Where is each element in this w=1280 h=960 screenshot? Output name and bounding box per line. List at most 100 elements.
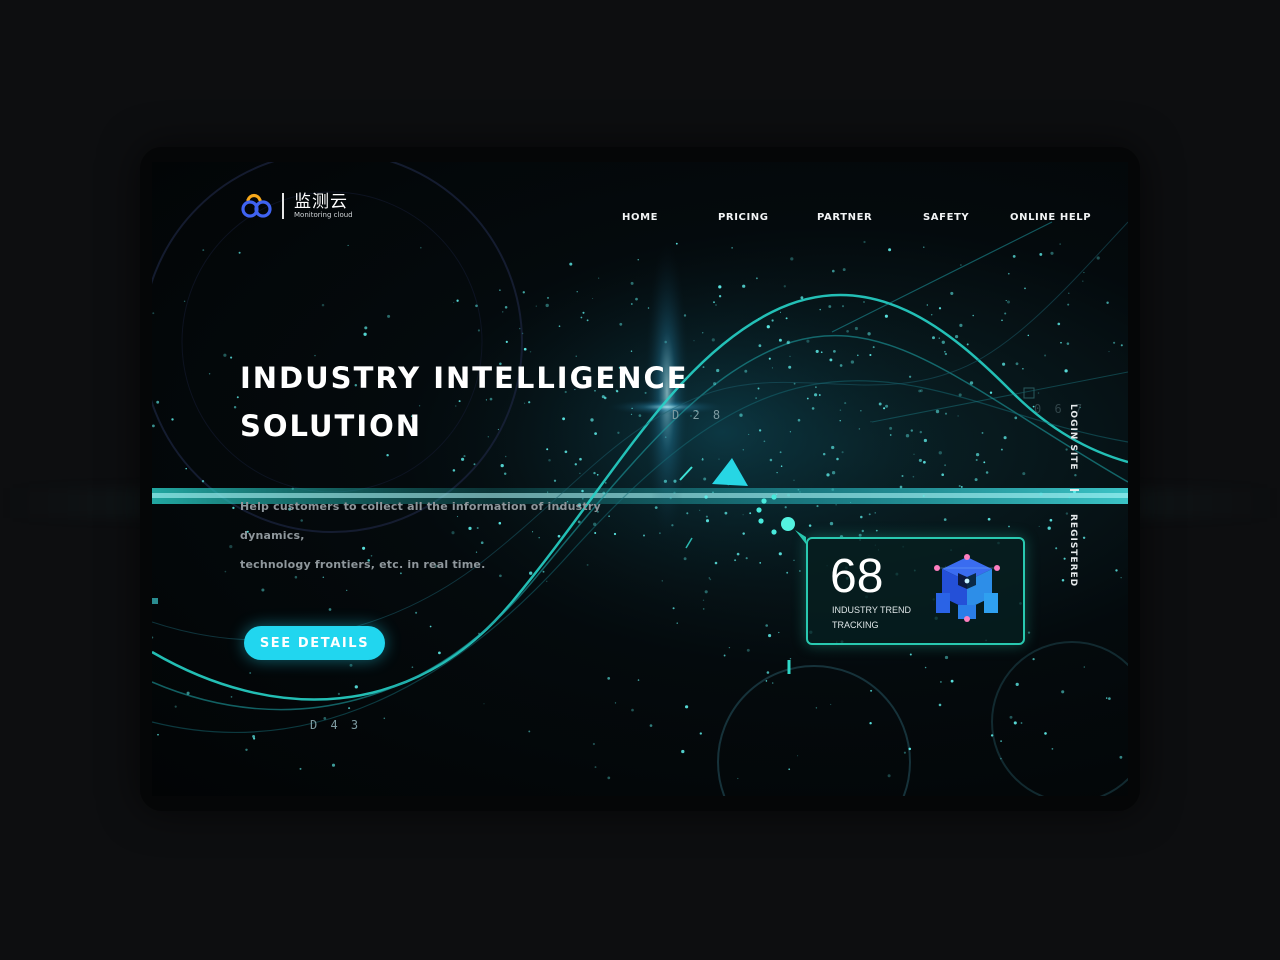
particle xyxy=(1015,682,1019,687)
particle xyxy=(766,671,770,674)
stat-label-line-2: TRACKING xyxy=(832,620,879,630)
particle xyxy=(1083,271,1085,274)
particle xyxy=(586,319,589,322)
particle xyxy=(156,400,160,404)
particle xyxy=(820,351,823,354)
particle xyxy=(683,557,687,561)
particle xyxy=(861,529,864,533)
cube-network-icon xyxy=(934,554,1000,622)
particle xyxy=(1012,255,1016,258)
particle xyxy=(858,428,861,430)
particle xyxy=(649,724,653,727)
particle xyxy=(1004,312,1007,315)
particle xyxy=(841,451,844,454)
hud-label-d43: D 4 3 xyxy=(310,718,362,732)
particle xyxy=(867,332,871,336)
particle xyxy=(685,705,689,709)
particle xyxy=(739,413,743,417)
particle xyxy=(932,336,935,340)
particle xyxy=(1020,722,1023,724)
particle xyxy=(863,240,866,244)
particle xyxy=(912,475,915,478)
particle xyxy=(1059,243,1061,245)
nav-pricing[interactable]: PRICING xyxy=(718,212,769,223)
particle xyxy=(797,488,800,491)
particle xyxy=(671,524,674,527)
particle xyxy=(755,397,757,399)
particle xyxy=(1000,740,1002,742)
particle xyxy=(836,457,839,461)
particle xyxy=(918,458,922,462)
particle xyxy=(705,515,708,518)
particle xyxy=(438,651,441,655)
particle xyxy=(960,485,963,488)
particle xyxy=(841,305,845,308)
particle xyxy=(771,367,773,369)
particle xyxy=(950,291,954,295)
particle xyxy=(923,438,928,443)
particle xyxy=(918,389,921,393)
particle xyxy=(705,519,710,523)
particle xyxy=(783,285,786,288)
particle xyxy=(712,491,714,494)
particle xyxy=(758,344,762,348)
particle xyxy=(631,708,634,712)
nav-safety[interactable]: SAFETY xyxy=(923,212,969,223)
particle xyxy=(553,479,557,482)
particle xyxy=(331,763,336,767)
particle xyxy=(990,734,994,737)
particle xyxy=(654,506,658,510)
registered-link[interactable]: REGISTERED xyxy=(1068,514,1078,587)
particle xyxy=(755,277,758,280)
particle xyxy=(870,421,872,423)
particle xyxy=(1060,341,1062,344)
particle xyxy=(337,692,341,696)
particle xyxy=(1003,436,1007,440)
particle xyxy=(1074,473,1077,477)
particle xyxy=(909,653,912,656)
particle xyxy=(758,318,760,320)
particle xyxy=(1015,362,1019,366)
particle xyxy=(776,493,778,495)
particle xyxy=(676,622,678,624)
particle xyxy=(249,672,252,674)
particle xyxy=(778,552,782,556)
particle xyxy=(714,561,718,565)
particle xyxy=(579,457,582,461)
particle xyxy=(420,246,422,249)
particle xyxy=(1063,557,1066,560)
particle xyxy=(938,451,942,455)
particle xyxy=(819,308,821,311)
particle xyxy=(1061,578,1065,582)
particle xyxy=(941,340,945,344)
particle xyxy=(765,680,768,682)
nav-home[interactable]: HOME xyxy=(622,212,658,223)
particle xyxy=(806,339,810,343)
particle xyxy=(924,666,927,669)
particle xyxy=(788,768,791,771)
particle xyxy=(483,703,485,705)
particle xyxy=(784,506,787,509)
particle xyxy=(569,262,573,266)
particle xyxy=(718,295,722,298)
particle xyxy=(939,680,942,683)
particle xyxy=(545,303,549,308)
particle xyxy=(799,570,801,572)
particle xyxy=(989,391,993,394)
particle xyxy=(981,431,984,434)
particle xyxy=(174,705,177,708)
particle xyxy=(776,471,778,474)
particle xyxy=(889,434,892,436)
particle xyxy=(1064,369,1068,373)
industry-trend-card[interactable]: 68 INDUSTRY TREND TRACKING xyxy=(806,537,1025,645)
see-details-button[interactable]: SEE DETAILS xyxy=(244,626,385,660)
particle xyxy=(592,742,596,746)
nav-online-help[interactable]: ONLINE HELP xyxy=(1010,212,1091,223)
particle xyxy=(630,303,633,305)
particle xyxy=(935,409,940,414)
particle xyxy=(593,471,596,475)
particle xyxy=(704,495,708,499)
particle xyxy=(535,305,537,307)
particle xyxy=(619,322,623,326)
nav-partner[interactable]: PARTNER xyxy=(817,212,872,223)
